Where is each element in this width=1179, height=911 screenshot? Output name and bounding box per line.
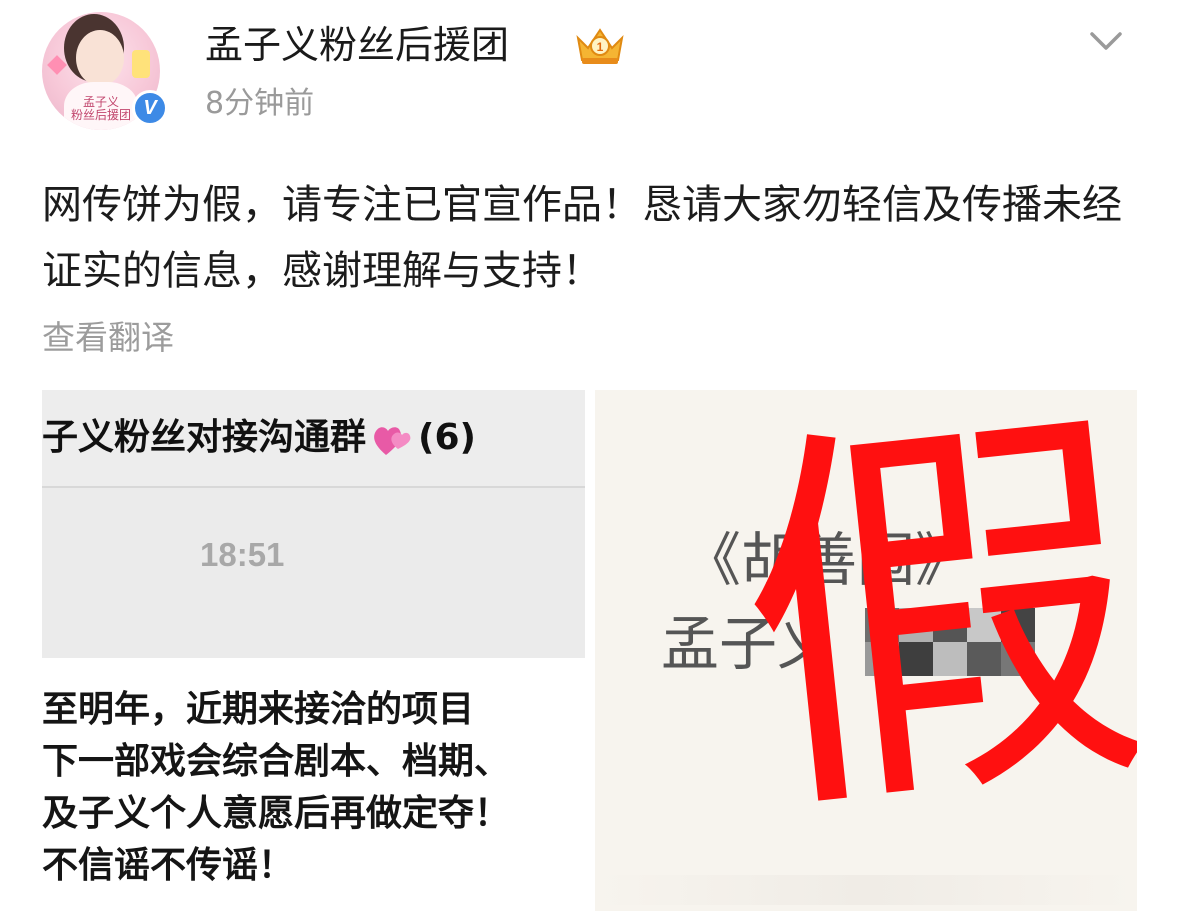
post-image-fake-rumor[interactable]: 《胡善围》 孟子义 假 bbox=[595, 390, 1137, 911]
chat-title-text: 子义粉丝对接沟通群 bbox=[42, 417, 367, 458]
avatar-face bbox=[76, 30, 124, 86]
chevron-down-icon[interactable] bbox=[1086, 26, 1126, 56]
chat-message: 至明年，近期来接洽的项目 下一部戏会综合剧本、档期、 及子义个人意愿后再做定夺！… bbox=[42, 684, 585, 892]
post-time: 8分钟前 bbox=[205, 86, 315, 121]
crown-icon[interactable]: 1 bbox=[572, 24, 628, 68]
fake-stamp: 假 bbox=[719, 390, 1137, 870]
chat-message-line: 及子义个人意愿后再做定夺！ bbox=[42, 793, 511, 834]
avatar-decoration bbox=[132, 50, 150, 78]
post-image-chat-screenshot[interactable]: 子义粉丝对接沟通群 (6) 18:51 至明年，近期来接洽的项目 下一部戏会综合… bbox=[42, 390, 585, 911]
view-translation-link[interactable]: 查看翻译 bbox=[42, 316, 174, 360]
chat-timestamp: 18:51 bbox=[200, 536, 285, 573]
chat-member-count: (6) bbox=[418, 417, 476, 458]
heart-icon bbox=[374, 427, 411, 455]
avatar[interactable]: 孟子义 粉丝后援团 V bbox=[42, 12, 168, 130]
post-text: 网传饼为假，请专注已官宣作品！恳请大家勿轻信及传播未经证实的信息，感谢理解与支持… bbox=[42, 182, 1122, 294]
verified-badge: V bbox=[132, 90, 168, 126]
chat-message-line: 下一部戏会综合剧本、档期、 bbox=[42, 741, 511, 782]
chat-title: 子义粉丝对接沟通群 (6) bbox=[42, 412, 476, 464]
post-header: 孟子义 粉丝后援团 V 孟子义粉丝后援团 1 8分钟前 bbox=[0, 0, 1179, 150]
svg-text:1: 1 bbox=[597, 40, 604, 54]
chat-area: 18:51 bbox=[42, 488, 585, 658]
image-bottom-blur bbox=[595, 875, 1137, 905]
avatar-decoration bbox=[47, 55, 67, 75]
chat-message-line: 至明年，近期来接洽的项目 bbox=[42, 689, 475, 730]
chat-message-line: 不信谣不传谣！ bbox=[42, 845, 295, 886]
chat-header: 子义粉丝对接沟通群 (6) bbox=[42, 390, 585, 488]
account-name[interactable]: 孟子义粉丝后援团 bbox=[205, 20, 509, 70]
